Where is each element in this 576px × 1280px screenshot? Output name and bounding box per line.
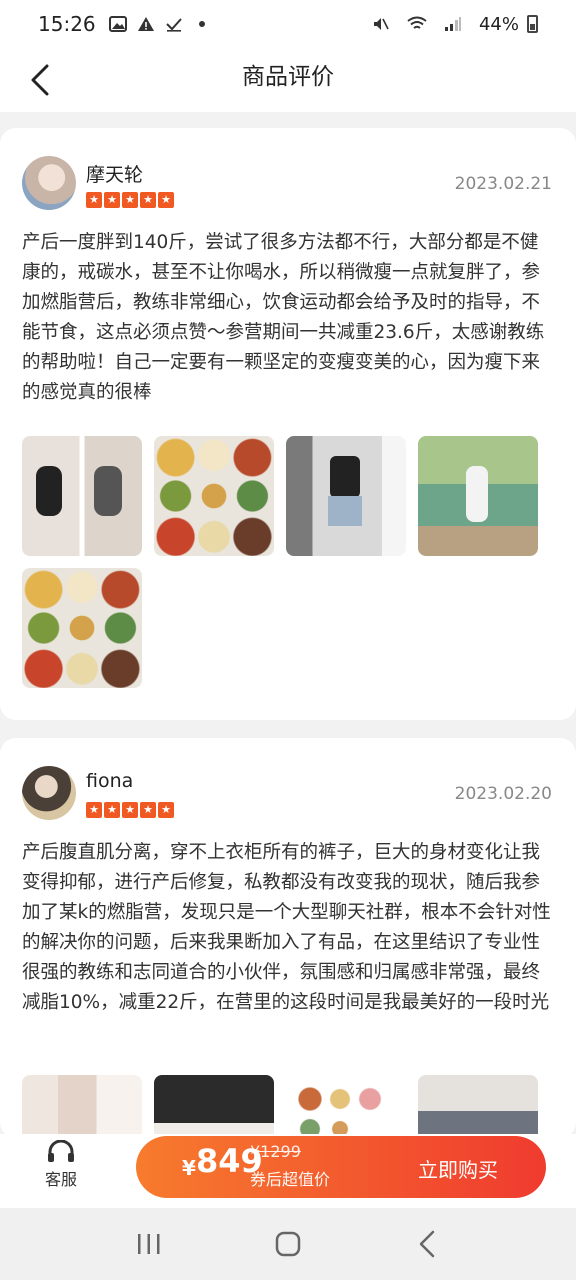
price-note: 券后超值价 xyxy=(250,1170,331,1189)
review-photos xyxy=(22,436,538,688)
review-photo[interactable] xyxy=(418,436,538,556)
star-icon: ★ xyxy=(140,192,156,208)
star-icon: ★ xyxy=(122,802,138,818)
page-header: 商品评价 xyxy=(0,48,576,112)
check-icon xyxy=(164,15,184,33)
home-icon xyxy=(275,1231,301,1257)
mute-icon xyxy=(371,15,391,33)
review-text: 产后腹直肌分离，穿不上衣柜所有的裤子，巨大的身材变化让我变得抑郁，进行产后修复，… xyxy=(22,842,551,1013)
status-time: 15:26 xyxy=(38,12,96,36)
star-icon: ★ xyxy=(86,192,102,208)
review-photos xyxy=(22,1075,538,1138)
back-icon xyxy=(419,1230,434,1258)
review-photo[interactable] xyxy=(22,1075,142,1138)
page-title: 商品评价 xyxy=(242,64,334,90)
currency-symbol: ¥ xyxy=(182,1156,196,1180)
battery-icon xyxy=(527,15,538,33)
battery-percent: 44% xyxy=(478,13,519,35)
wifi-icon xyxy=(407,15,427,33)
gallery-icon xyxy=(108,15,128,33)
review-photo[interactable] xyxy=(286,436,406,556)
avatar[interactable] xyxy=(22,156,76,210)
recent-apps-icon xyxy=(138,1234,160,1254)
review-date: 2023.02.21 xyxy=(454,174,552,194)
review-photo[interactable] xyxy=(154,1075,274,1138)
buy-now-button[interactable]: ¥ 849 ¥1299 券后超值价 立即购买 xyxy=(136,1136,546,1198)
review-photo[interactable] xyxy=(154,436,274,556)
avatar[interactable] xyxy=(22,766,76,820)
dot-icon xyxy=(192,15,212,33)
review-card: 摩天轮 ★ ★ ★ ★ ★ 2023.02.21 产后一度胖到140斤，尝试了很… xyxy=(0,128,576,720)
star-icon: ★ xyxy=(140,802,156,818)
home-button[interactable] xyxy=(258,1220,318,1268)
review-card: fiona ★ ★ ★ ★ ★ 2023.02.20 产后腹直肌分离，穿不上衣柜… xyxy=(0,738,576,1138)
star-icon: ★ xyxy=(158,192,174,208)
review-photo[interactable] xyxy=(22,436,142,556)
review-date: 2023.02.20 xyxy=(454,784,552,804)
nav-back-button[interactable] xyxy=(397,1220,457,1268)
alert-icon xyxy=(136,15,156,33)
recent-apps-button[interactable] xyxy=(119,1220,179,1268)
star-icon: ★ xyxy=(104,192,120,208)
status-bar: 15:26 44% xyxy=(0,0,576,48)
system-nav-bar xyxy=(0,1208,576,1280)
review-username: fiona xyxy=(86,770,134,792)
star-rating: ★ ★ ★ ★ ★ xyxy=(86,802,174,818)
headset-icon xyxy=(48,1140,74,1162)
star-icon: ★ xyxy=(86,802,102,818)
customer-service-button[interactable]: 客服 xyxy=(32,1140,90,1200)
review-photo[interactable] xyxy=(418,1075,538,1138)
signal-icon xyxy=(443,15,463,33)
review-text: 产后一度胖到140斤，尝试了很多方法都不行，大部分都是不健康的，戒碳水，甚至不让… xyxy=(22,232,545,403)
star-icon: ★ xyxy=(104,802,120,818)
review-username: 摩天轮 xyxy=(86,164,144,186)
customer-service-label: 客服 xyxy=(44,1170,77,1189)
star-rating: ★ ★ ★ ★ ★ xyxy=(86,192,174,208)
review-photo[interactable] xyxy=(22,568,142,688)
star-icon: ★ xyxy=(158,802,174,818)
review-photo[interactable] xyxy=(286,1075,406,1138)
buy-now-label: 立即购买 xyxy=(418,1158,498,1182)
original-price: ¥1299 xyxy=(250,1142,301,1161)
purchase-bar: 客服 ¥ 849 ¥1299 券后超值价 立即购买 xyxy=(0,1134,576,1208)
star-icon: ★ xyxy=(122,192,138,208)
